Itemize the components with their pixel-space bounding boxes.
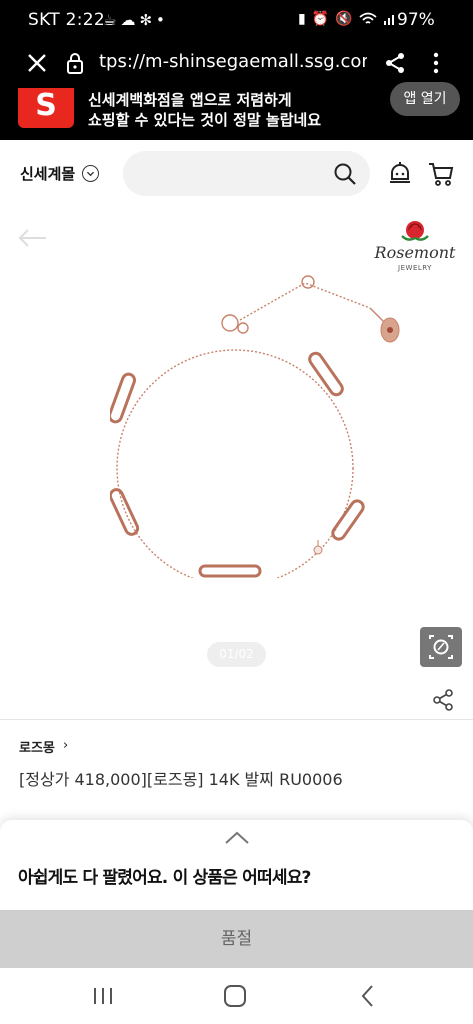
wifi-icon <box>359 12 377 24</box>
app-install-banner[interactable]: S 신세계백화점을 앱으로 저렴하게 쇼핑할 수 있다는 것이 정말 놀랍네요 … <box>0 82 473 140</box>
back-icon[interactable] <box>360 984 374 1008</box>
arrow-left-icon[interactable] <box>18 228 48 248</box>
chevron-up-icon[interactable] <box>224 830 250 846</box>
banner-line-1: 신세계백화점을 앱으로 저렴하게 <box>88 91 292 109</box>
cart-icon[interactable] <box>428 161 454 187</box>
site-header: 신세계몰 <box>0 140 473 208</box>
recent-apps-icon[interactable] <box>92 986 114 1006</box>
fan-icon: ✻ <box>139 11 153 29</box>
url-field[interactable]: tps://m-shinsegaemall.ssg.com/i <box>99 51 367 72</box>
image-pager: 01/02 <box>207 642 266 667</box>
mute-icon: 🔇 <box>335 11 353 27</box>
sold-out-message: 아쉽게도 다 팔렸어요. 이 상품은 어떠세요? <box>18 868 311 888</box>
cloud-icon: ☁ <box>120 11 136 29</box>
banner-line-2: 쇼핑할 수 있다는 것이 정말 놀랍네요 <box>88 111 322 129</box>
chevron-down-icon[interactable] <box>82 165 99 182</box>
browser-toolbar: tps://m-shinsegaemall.ssg.com/i <box>0 42 473 88</box>
home-icon[interactable] <box>224 985 246 1007</box>
close-icon[interactable] <box>24 50 50 76</box>
battery-percent: 97% <box>397 10 435 30</box>
brand-logo-text: Rosemont <box>374 243 456 262</box>
notification-icons: ☕ ☁ ✻ • <box>103 11 165 29</box>
product-image-gallery[interactable]: Rosemont JEWELRY 01/02 <box>0 208 473 688</box>
signal-icon <box>383 15 394 25</box>
alarm-icon: ⏰ <box>311 11 330 27</box>
lock-icon[interactable] <box>65 51 85 75</box>
search-icon[interactable] <box>333 162 357 186</box>
coffee-icon: ☕ <box>103 11 117 29</box>
system-nav-bar <box>0 968 473 1024</box>
camera-lens-icon <box>429 635 453 659</box>
ssg-app-logo: S <box>18 88 74 128</box>
chevron-right-icon[interactable]: › <box>63 738 68 753</box>
dot-icon: • <box>156 11 165 29</box>
system-icons: ▮ ⏰ 🔇 <box>298 11 397 27</box>
more-vert-icon[interactable] <box>424 50 448 76</box>
share-icon[interactable] <box>382 50 408 76</box>
image-search-button[interactable] <box>420 627 462 667</box>
product-image-bracelet <box>110 275 400 578</box>
sold-out-sheet: 아쉽게도 다 팔렸어요. 이 상품은 어떠세요? 품절 <box>0 820 473 972</box>
mall-selector-label[interactable]: 신세계몰 <box>20 163 75 184</box>
carrier-label: SKT <box>28 10 60 30</box>
brand-link[interactable]: 로즈몽 <box>19 737 55 756</box>
open-app-button[interactable]: 앱 열기 <box>390 82 460 116</box>
clock-label: 2:22 <box>65 10 106 30</box>
section-divider <box>0 719 473 720</box>
product-title: [정상가 418,000][로즈몽] 14K 발찌 RU0006 <box>19 770 343 789</box>
sold-out-button[interactable]: 품절 <box>0 910 473 968</box>
battery-saver-icon: ▮ <box>298 11 306 27</box>
status-time: SKT 2:22 <box>28 10 105 30</box>
status-bar: SKT 2:22 ☕ ☁ ✻ • ▮ ⏰ 🔇 97% <box>0 0 473 42</box>
product-share-icon[interactable] <box>432 688 454 712</box>
chatbot-icon[interactable] <box>388 161 412 187</box>
